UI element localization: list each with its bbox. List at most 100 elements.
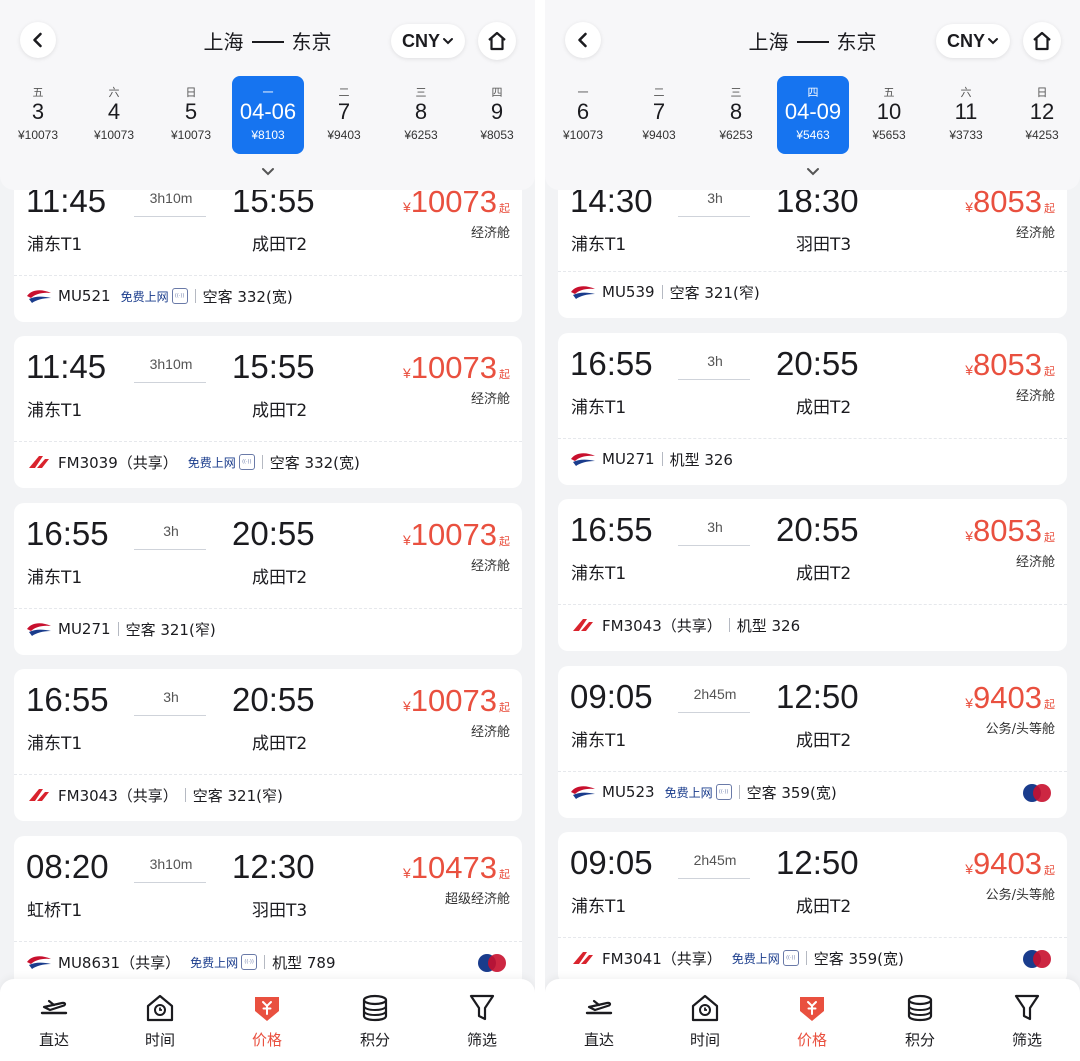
aircraft-type: 空客 359(宽) xyxy=(813,949,904,968)
airline-logo xyxy=(570,783,596,801)
date-lowest-price: ¥3733 xyxy=(949,128,983,142)
expand-chevron-icon[interactable] xyxy=(805,166,821,178)
flight-info-row: MU8631（共享） 免费上网 ((·)) 机型 789 xyxy=(26,949,336,975)
duration-line xyxy=(134,882,206,883)
date-option[interactable]: 四 9 ¥8053 xyxy=(461,76,533,154)
flight-card[interactable]: 09:05 12:50 2h45m 浦东T1 成田T2 ¥9403 起公务/头等舱 MU523… xyxy=(558,666,1067,818)
tab-direct-flight[interactable]: 直达 xyxy=(559,979,639,1061)
tab-clock-house[interactable]: 时间 xyxy=(665,979,745,1061)
wifi-icon: ((·)) xyxy=(238,454,255,470)
flight-card[interactable]: 08:20 12:30 3h10m 虹桥T1 羽田T3 ¥10473 起超级经济舱 MU863… xyxy=(14,836,522,988)
card-divider xyxy=(558,937,1067,938)
date-option[interactable]: 五 3 ¥10073 xyxy=(2,76,74,154)
date-option[interactable]: 四 04-09 ¥5463 xyxy=(777,76,849,154)
wifi-icon: ((·)) xyxy=(241,954,258,970)
currency-symbol: ¥ xyxy=(402,532,411,548)
flight-number: MU271 xyxy=(602,450,655,468)
cabin-class: 公务/头等舱 xyxy=(985,722,1055,737)
shanghai-airlines-logo-icon xyxy=(29,456,49,468)
tab-points-coins[interactable]: 积分 xyxy=(880,979,960,1061)
tab-price-tag[interactable]: 价格 xyxy=(772,979,852,1061)
route-arrow-icon xyxy=(251,40,284,43)
currency-symbol: ¥ xyxy=(402,698,411,714)
date-lowest-price: ¥8053 xyxy=(480,128,514,142)
flight-card[interactable]: 09:05 12:50 2h45m 浦东T1 成田T2 ¥9403 起公务/头等舱 FM304… xyxy=(558,832,1067,984)
tab-direct-flight[interactable]: 直达 xyxy=(14,979,94,1061)
duration-line xyxy=(134,216,206,217)
departure-time: 16:55 xyxy=(26,515,109,552)
free-wifi-badge: 免费上网 ((·)) xyxy=(665,784,732,801)
aircraft-type: 空客 332(宽) xyxy=(269,453,360,472)
date-weekday: 二 xyxy=(653,86,665,99)
cabin-class: 公务/头等舱 xyxy=(985,888,1055,903)
tab-icon-wrap xyxy=(465,991,499,1025)
flight-card[interactable]: 16:55 20:55 3h 浦东T1 成田T2 ¥8053 起经济舱 FM3043（共享） 机… xyxy=(558,499,1067,651)
departure-airport: 虹桥T1 xyxy=(27,901,83,921)
flight-card[interactable]: 16:55 20:55 3h 浦东T1 成田T2 ¥10073 起经济舱 MU271 空客 32… xyxy=(14,503,522,655)
date-weekday: 五 xyxy=(883,86,895,99)
payment-cards-badge xyxy=(1021,949,1053,969)
date-option[interactable]: 一 04-06 ¥8103 xyxy=(232,76,304,154)
chevron-down-icon xyxy=(988,38,998,45)
date-option[interactable]: 五 10 ¥5653 xyxy=(853,76,925,154)
price-from-label: 起 xyxy=(1044,698,1055,711)
date-option[interactable]: 二 7 ¥9403 xyxy=(308,76,380,154)
tab-icon-wrap xyxy=(1010,991,1044,1025)
payment-cards-icon xyxy=(1023,950,1051,968)
flight-number: MU521 xyxy=(58,287,111,305)
departure-time: 16:55 xyxy=(570,511,653,548)
currency-selector[interactable]: CNY xyxy=(391,24,465,58)
tab-filter-funnel[interactable]: 筛选 xyxy=(442,979,522,1061)
date-option[interactable]: 二 7 ¥9403 xyxy=(623,76,695,154)
currency-symbol: ¥ xyxy=(402,199,411,215)
tab-icon-wrap xyxy=(795,991,829,1025)
arrival-airport: 羽田T3 xyxy=(796,235,852,255)
tab-label: 筛选 xyxy=(466,1031,497,1049)
price-tag-icon xyxy=(800,997,824,1021)
date-option[interactable]: 一 6 ¥10073 xyxy=(547,76,619,154)
price-value: 10073 xyxy=(410,517,497,552)
price-label: ¥8053 起 xyxy=(965,513,1055,549)
tab-price-tag[interactable]: 价格 xyxy=(227,979,307,1061)
flight-card[interactable]: 14:30 18:30 3h 浦东T1 羽田T3 ¥8053 起经济舱 MU539 空客 321… xyxy=(558,176,1067,318)
tab-filter-funnel[interactable]: 筛选 xyxy=(987,979,1067,1061)
arrival-time: 20:55 xyxy=(232,515,315,552)
points-coins-icon xyxy=(907,994,933,1022)
price-from-label: 起 xyxy=(1044,531,1055,544)
flight-card[interactable]: 16:55 20:55 3h 浦东T1 成田T2 ¥10073 起经济舱 FM3043（共享）… xyxy=(14,669,522,821)
date-option[interactable]: 日 5 ¥10073 xyxy=(155,76,227,154)
home-button[interactable] xyxy=(1023,22,1061,60)
flight-number: MU271 xyxy=(58,620,111,638)
flight-info-row: FM3039（共享） 免费上网 ((·)) 空客 332(宽) xyxy=(26,449,360,475)
tab-clock-house[interactable]: 时间 xyxy=(120,979,200,1061)
duration-line xyxy=(134,715,206,716)
currency-symbol: ¥ xyxy=(965,861,974,877)
flight-card[interactable]: 16:55 20:55 3h 浦东T1 成田T2 ¥8053 起经济舱 MU271 机型 326 xyxy=(558,333,1067,485)
date-option[interactable]: 六 11 ¥3733 xyxy=(930,76,1002,154)
cabin-class: 经济舱 xyxy=(1015,555,1055,570)
currency-selector[interactable]: CNY xyxy=(936,24,1010,58)
date-option[interactable]: 三 8 ¥6253 xyxy=(700,76,772,154)
separator xyxy=(661,285,663,299)
date-option[interactable]: 六 4 ¥10073 xyxy=(78,76,150,154)
top-bar: 上海 东京 CNY 一 6 ¥10073 二 7 ¥9403 三 8 ¥6253 四 04-09 ¥54… xyxy=(545,0,1080,190)
separator xyxy=(661,452,663,466)
departure-time: 09:05 xyxy=(570,844,653,881)
cabin-class: 经济舱 xyxy=(1015,226,1055,241)
home-button[interactable] xyxy=(478,22,516,60)
tab-icon-wrap xyxy=(250,991,284,1025)
tab-icon-wrap xyxy=(903,991,937,1025)
flight-card[interactable]: 11:45 15:55 3h10m 浦东T1 成田T2 ¥10073 起经济舱 MU521 免费… xyxy=(14,176,522,322)
date-option[interactable]: 日 12 ¥4253 xyxy=(1006,76,1078,154)
wifi-icon: ((·)) xyxy=(171,288,188,304)
expand-chevron-icon[interactable] xyxy=(260,166,276,178)
date-option[interactable]: 三 8 ¥6253 xyxy=(385,76,457,154)
price-label: ¥10073 起 xyxy=(403,683,510,719)
china-eastern-logo-icon xyxy=(571,453,595,466)
flight-info-row: MU521 免费上网 ((·)) 空客 332(宽) xyxy=(26,283,293,309)
airline-logo xyxy=(570,283,596,301)
china-eastern-logo-icon xyxy=(27,956,51,969)
flight-card[interactable]: 11:45 15:55 3h10m 浦东T1 成田T2 ¥10073 起经济舱 FM3039（… xyxy=(14,336,522,488)
tab-points-coins[interactable]: 积分 xyxy=(335,979,415,1061)
price-label: ¥10073 起 xyxy=(403,517,510,553)
